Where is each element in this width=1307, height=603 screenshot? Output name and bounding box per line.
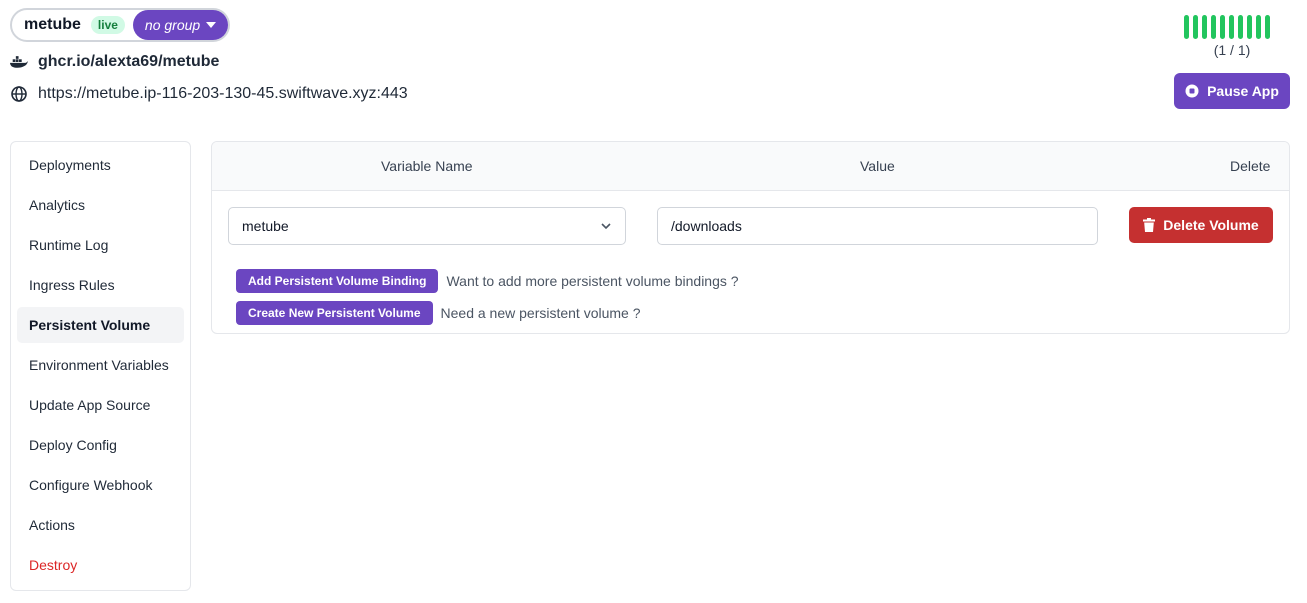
group-dropdown-button[interactable]: no group xyxy=(132,10,229,40)
caret-down-icon xyxy=(206,22,217,28)
chevron-down-icon xyxy=(601,223,611,230)
replica-bar xyxy=(1229,15,1234,39)
replica-status-bars xyxy=(1184,15,1270,39)
app-header-pill: metube live no group xyxy=(10,8,231,42)
docker-icon xyxy=(10,53,28,71)
volume-select[interactable]: metube xyxy=(228,207,626,245)
column-header-delete: Delete xyxy=(1230,158,1271,174)
replica-bar xyxy=(1247,15,1252,39)
docker-image-row: ghcr.io/alexta69/metube xyxy=(10,53,219,71)
replica-bar xyxy=(1256,15,1261,39)
replica-bar xyxy=(1193,15,1198,39)
pause-app-label: Pause App xyxy=(1207,83,1279,99)
mount-path-input[interactable] xyxy=(657,207,1098,245)
sidebar-item-destroy[interactable]: Destroy xyxy=(17,547,184,583)
sidebar-item-environment-variables[interactable]: Environment Variables xyxy=(17,347,184,383)
group-label: no group xyxy=(144,17,201,33)
replica-bar xyxy=(1211,15,1216,39)
sidebar-item-persistent-volume[interactable]: Persistent Volume xyxy=(17,307,184,343)
app-url-row: https://metube.ip-116-203-130-45.swiftwa… xyxy=(10,85,408,103)
sidebar-nav: Deployments Analytics Runtime Log Ingres… xyxy=(10,141,191,591)
sidebar-item-actions[interactable]: Actions xyxy=(17,507,184,543)
replica-count: (1 / 1) xyxy=(1213,42,1251,58)
delete-volume-label: Delete Volume xyxy=(1163,217,1259,233)
add-binding-button[interactable]: Add Persistent Volume Binding xyxy=(236,269,439,293)
status-badge: live xyxy=(90,16,125,34)
column-header-value: Value xyxy=(860,158,895,174)
create-volume-hint: Need a new persistent volume ? xyxy=(440,305,641,321)
replica-bar xyxy=(1202,15,1207,39)
add-binding-hint: Want to add more persistent volume bindi… xyxy=(446,273,739,289)
replica-bar xyxy=(1265,15,1270,39)
column-header-variable-name: Variable Name xyxy=(381,158,473,174)
replica-bar xyxy=(1220,15,1225,39)
create-volume-row: Create New Persistent Volume Need a new … xyxy=(236,301,641,325)
add-binding-row: Add Persistent Volume Binding Want to ad… xyxy=(236,269,739,293)
trash-icon xyxy=(1143,218,1156,232)
sidebar-item-deployments[interactable]: Deployments xyxy=(17,147,184,183)
sidebar-item-ingress-rules[interactable]: Ingress Rules xyxy=(17,267,184,303)
create-volume-button[interactable]: Create New Persistent Volume xyxy=(236,301,433,325)
app-url-link[interactable]: https://metube.ip-116-203-130-45.swiftwa… xyxy=(38,85,408,103)
pause-circle-icon xyxy=(1185,84,1199,98)
app-name: metube xyxy=(24,16,81,33)
pause-app-button[interactable]: Pause App xyxy=(1174,73,1290,109)
table-header: Variable Name Value Delete xyxy=(212,142,1289,191)
sidebar-item-runtime-log[interactable]: Runtime Log xyxy=(17,227,184,263)
sidebar-item-update-app-source[interactable]: Update App Source xyxy=(17,387,184,423)
sidebar-item-deploy-config[interactable]: Deploy Config xyxy=(17,427,184,463)
sidebar-item-configure-webhook[interactable]: Configure Webhook xyxy=(17,467,184,503)
persistent-volume-panel: Variable Name Value Delete metube Delete… xyxy=(211,141,1290,334)
delete-volume-button[interactable]: Delete Volume xyxy=(1129,207,1273,243)
replica-bar xyxy=(1184,15,1189,39)
replica-bar xyxy=(1238,15,1243,39)
docker-image-text: ghcr.io/alexta69/metube xyxy=(38,53,220,70)
sidebar-item-analytics[interactable]: Analytics xyxy=(17,187,184,223)
volume-select-value: metube xyxy=(242,218,289,234)
globe-icon xyxy=(10,85,28,103)
